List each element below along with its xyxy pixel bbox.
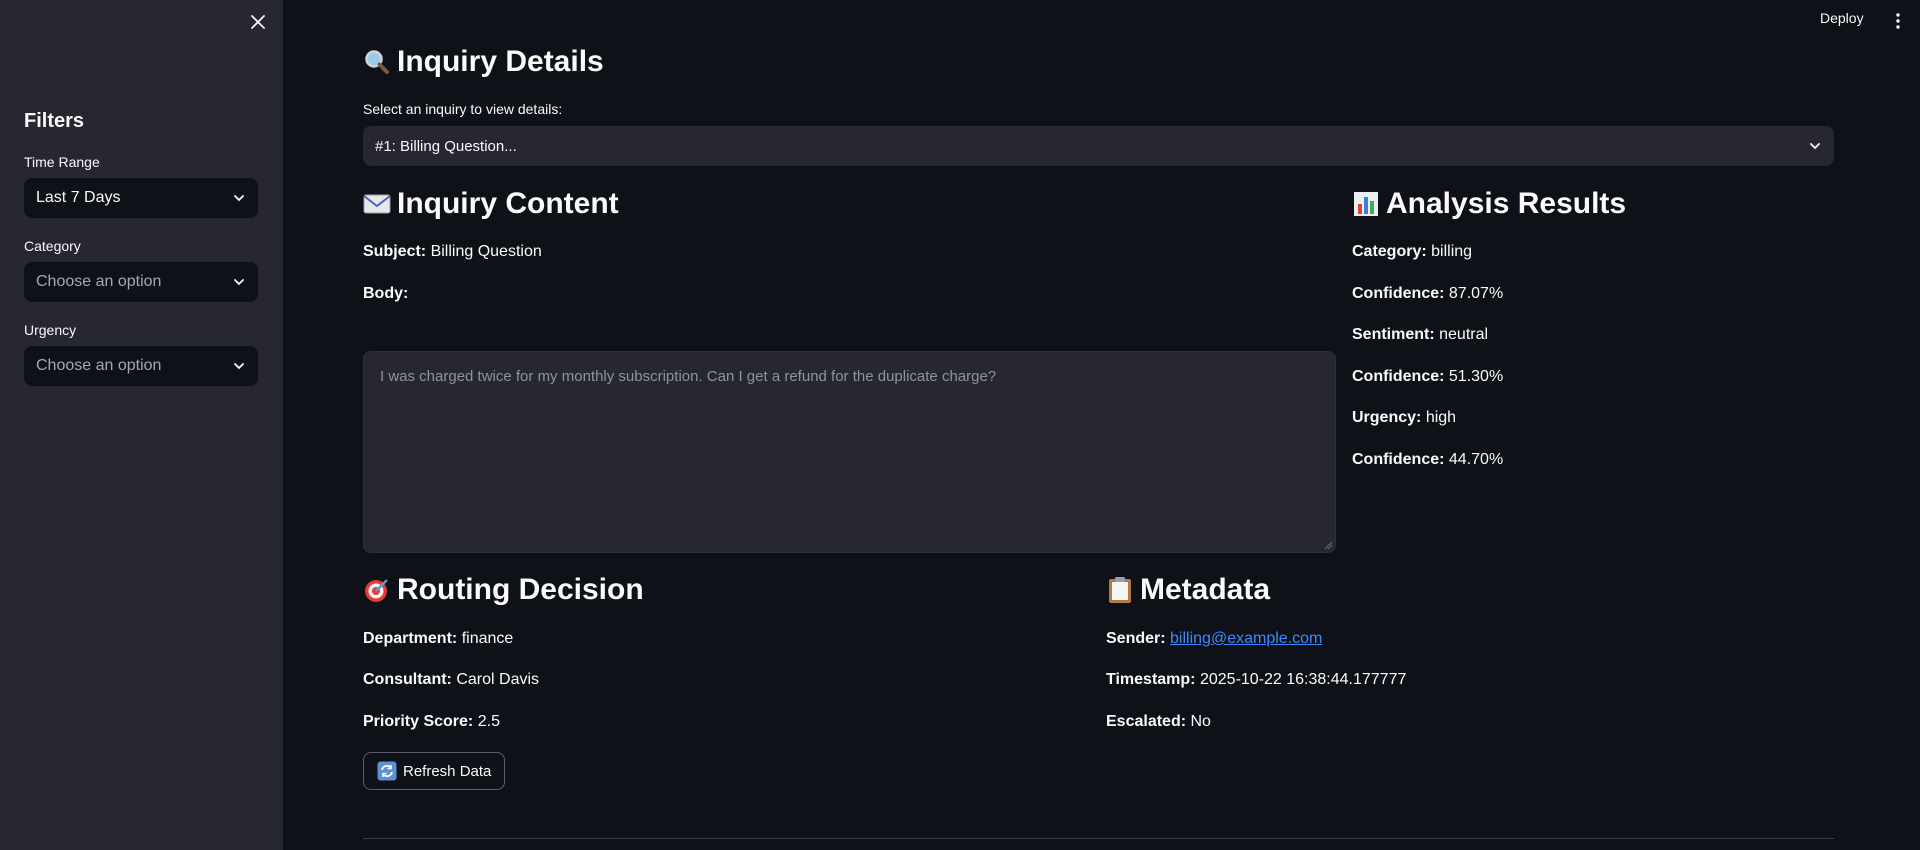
category-select[interactable]: Choose an option [24,262,258,302]
subject-label: Subject: [363,243,427,260]
resize-grip-icon[interactable] [1323,540,1333,550]
category-label: Category [24,238,81,254]
analysis-category-value: billing [1431,243,1473,260]
priority-row: Priority Score: 2.5 [363,713,500,731]
divider [363,838,1834,839]
time-range-label: Time Range [24,154,100,170]
metadata-heading: Metadata [1106,573,1270,607]
inquiry-content-heading-text: Inquiry Content [397,187,619,220]
sentiment-label: Sentiment: [1352,326,1435,343]
confidence-label: Confidence: [1352,368,1445,385]
subject-row: Subject: Billing Question [363,243,542,261]
time-range-value: Last 7 Days [36,189,121,206]
analysis-category-row: Category: billing [1352,243,1472,261]
sentiment-row: Sentiment: neutral [1352,326,1488,344]
urgency-value: high [1425,409,1457,426]
bar-chart-icon [1352,190,1380,218]
urgency-label: Urgency [24,322,77,338]
main-menu-button[interactable] [1890,10,1906,32]
page-title-text: Inquiry Details [397,45,604,78]
consultant-label: Consultant: [363,671,452,688]
routing-decision-heading-text: Routing Decision [397,573,644,606]
urgency-confidence-value: 44.70% [1448,451,1504,468]
time-range-select[interactable]: Last 7 Days [24,178,258,218]
analysis-results-heading: Analysis Results [1352,187,1626,221]
routing-decision-heading: Routing Decision [363,573,644,607]
escalated-value: No [1190,713,1211,730]
body-label: Body: [363,285,409,302]
filters-title: Filters [24,110,85,132]
escalated-label: Escalated: [1106,713,1187,730]
department-value: finance [461,630,514,647]
sentiment-value: neutral [1439,326,1489,343]
confidence-label: Confidence: [1352,285,1445,302]
priority-value: 2.5 [477,713,500,730]
sender-label: Sender: [1106,630,1166,647]
body-row: Body: [363,285,408,303]
analysis-results-heading-text: Analysis Results [1386,187,1627,220]
timestamp-label: Timestamp: [1106,671,1196,688]
category-confidence-row: Confidence: 87.07% [1352,285,1503,303]
deploy-button[interactable]: Deploy [1820,10,1864,32]
chevron-down-icon [234,363,244,370]
subject-value: Billing Question [430,243,542,260]
inquiry-select[interactable]: #1: Billing Question... [363,126,1834,166]
sender-email-link[interactable]: billing@example.com [1170,630,1322,647]
page-title: Inquiry Details [363,45,604,79]
refresh-data-label: Refresh Data [403,762,492,780]
department-row: Department: finance [363,630,513,648]
target-icon [363,576,391,604]
analysis-category-label: Category: [1352,243,1427,260]
refresh-data-button[interactable]: Refresh Data [363,752,506,790]
metadata-heading-text: Metadata [1140,573,1271,606]
envelope-icon [363,190,391,218]
close-sidebar-button[interactable] [246,10,270,34]
sentiment-confidence-value: 51.30% [1448,368,1504,385]
inquiry-content-heading: Inquiry Content [363,187,619,221]
sidebar: Filters Time Range Last 7 Days Category … [0,0,283,850]
chevron-down-icon [1810,143,1820,150]
timestamp-value: 2025-10-22 16:38:44.177777 [1199,671,1407,688]
department-label: Department: [363,630,458,647]
inquiry-select-label: Select an inquiry to view details: [363,101,563,117]
escalated-row: Escalated: No [1106,713,1211,731]
urgency-select[interactable]: Choose an option [24,346,258,386]
chevron-down-icon [234,279,244,286]
refresh-icon [377,761,397,781]
inquiry-select-value: #1: Billing Question... [375,137,517,155]
consultant-value: Carol Davis [456,671,540,688]
timestamp-row: Timestamp: 2025-10-22 16:38:44.177777 [1106,671,1406,689]
close-icon [251,15,265,29]
confidence-label: Confidence: [1352,451,1445,468]
urgency-label: Urgency: [1352,409,1422,426]
sender-row: Sender: billing@example.com [1106,630,1322,648]
sentiment-confidence-row: Confidence: 51.30% [1352,368,1503,386]
category-placeholder: Choose an option [36,273,162,290]
kebab-menu-icon [1896,13,1900,29]
category-confidence-value: 87.07% [1448,285,1504,302]
urgency-confidence-row: Confidence: 44.70% [1352,451,1503,469]
priority-label: Priority Score: [363,713,474,730]
body-textarea[interactable]: I was charged twice for my monthly subsc… [363,351,1336,553]
magnifier-icon [363,48,391,76]
clipboard-icon [1106,576,1134,604]
consultant-row: Consultant: Carol Davis [363,671,539,689]
urgency-placeholder: Choose an option [36,357,162,374]
urgency-row: Urgency: high [1352,409,1456,427]
chevron-down-icon [234,195,244,202]
